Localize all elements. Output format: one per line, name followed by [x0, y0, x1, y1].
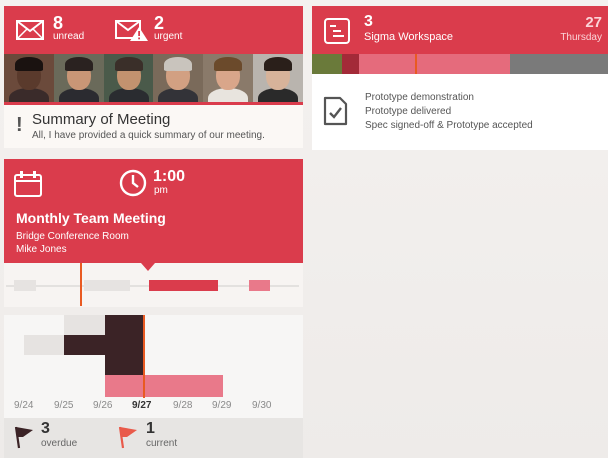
sender-photo[interactable]	[53, 54, 104, 102]
meeting-tile[interactable]: 1:00 pm Monthly Team Meeting Bridge Conf…	[4, 159, 303, 307]
sender-photo[interactable]	[253, 54, 303, 102]
meeting-location: Bridge Conference Room	[16, 231, 129, 242]
meeting-header: 1:00 pm Monthly Team Meeting Bridge Conf…	[4, 159, 303, 263]
timeline-block	[249, 280, 270, 291]
current-count: 1	[146, 420, 155, 437]
sender-photo-strip	[4, 54, 303, 102]
date-label: 9/28	[173, 400, 193, 411]
overdue-count: 3	[41, 420, 50, 437]
tasks-tile[interactable]: 9/24 9/25 9/26 9/27 9/28 9/29 9/30 3 ove…	[4, 315, 303, 458]
task-bar-overdue	[64, 335, 106, 355]
document-icon	[324, 18, 350, 49]
workspace-dayname: Thursday	[560, 32, 602, 43]
calendar-icon	[14, 171, 42, 202]
exclamation-icon: !	[16, 114, 23, 136]
mail-summary-title[interactable]: Summary of Meeting	[32, 111, 170, 128]
date-label: 9/29	[212, 400, 232, 411]
unread-count: 8	[53, 13, 64, 33]
timeline-block	[84, 280, 130, 291]
meeting-pointer	[141, 263, 155, 271]
checklist-icon	[322, 96, 348, 131]
progress-segment	[341, 54, 360, 74]
progress-segment	[312, 54, 342, 74]
workspace-day: 27	[585, 14, 602, 31]
task-bar	[64, 315, 106, 335]
date-label: 9/26	[93, 400, 113, 411]
red-flag-icon	[118, 425, 138, 454]
meeting-title[interactable]: Monthly Team Meeting	[16, 210, 166, 226]
date-label: 9/30	[252, 400, 272, 411]
urgent-label: urgent	[154, 31, 183, 42]
current-label: current	[146, 438, 178, 449]
meeting-time: 1:00	[153, 168, 186, 185]
timeline-block-current[interactable]	[149, 280, 218, 291]
workspace-name: Sigma Workspace	[364, 31, 454, 43]
task-bar	[24, 335, 66, 355]
meeting-ampm: pm	[154, 185, 168, 196]
date-label: 9/25	[54, 400, 74, 411]
overdue-label: overdue	[41, 438, 78, 449]
unread-label: unread	[53, 31, 85, 42]
date-label: 9/24	[14, 400, 34, 411]
task-bar-current	[105, 375, 223, 397]
clock-icon	[119, 169, 147, 202]
sender-photo[interactable]	[103, 54, 154, 102]
sender-photo[interactable]	[153, 54, 204, 102]
progress-segment	[359, 54, 511, 74]
urgent-count: 2	[154, 13, 165, 33]
workspace-header: 3 Sigma Workspace 27 Thursday	[312, 6, 608, 54]
timeline-block	[14, 280, 36, 291]
mail-tile[interactable]: 8 unread 2 urgent ! Summary of Meeting A…	[4, 6, 303, 148]
photo-accent-strip	[4, 102, 303, 105]
dark-flag-icon	[14, 425, 34, 454]
timeline-now-marker	[80, 263, 82, 306]
progress-segment	[510, 54, 608, 74]
sender-photo[interactable]	[4, 54, 54, 102]
meeting-organizer: Mike Jones	[16, 244, 67, 255]
sender-photo[interactable]	[203, 54, 254, 102]
urgent-envelope-icon	[115, 18, 149, 47]
mail-header: 8 unread 2 urgent	[4, 6, 303, 54]
tasks-now-marker	[143, 315, 145, 398]
date-label-today: 9/27	[132, 400, 152, 411]
mail-summary-preview: All, I have provided a quick summary of …	[32, 130, 265, 141]
workspace-item: Prototype delivered	[365, 106, 452, 117]
workspace-progress-bar	[312, 54, 608, 74]
workspace-tile[interactable]: 3 Sigma Workspace 27 Thursday Prototype …	[312, 6, 608, 150]
workspace-count: 3	[364, 13, 373, 30]
workspace-item: Spec signed-off & Prototype accepted	[365, 120, 533, 131]
task-bar-overdue	[105, 315, 143, 375]
envelope-icon	[16, 20, 44, 45]
workspace-now-marker	[415, 54, 417, 74]
workspace-item: Prototype demonstration	[365, 92, 474, 103]
